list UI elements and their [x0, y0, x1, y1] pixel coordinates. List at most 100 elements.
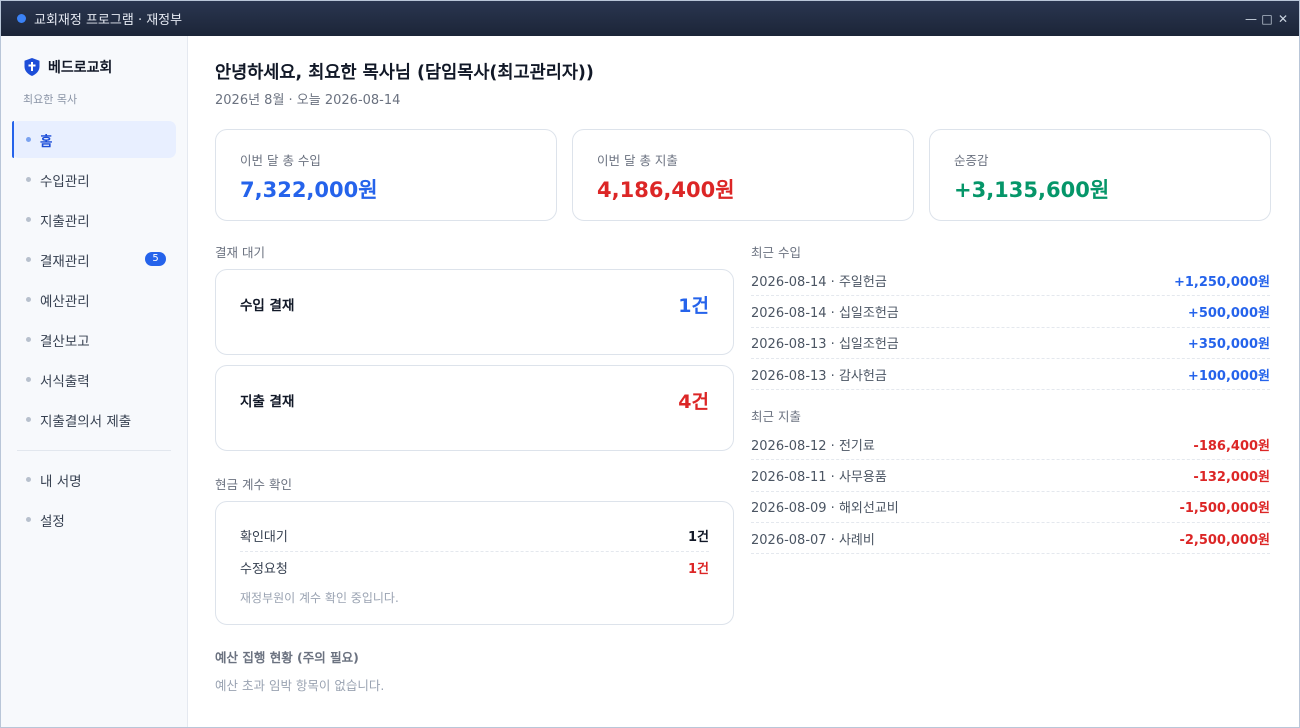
income-row[interactable]: 2026-08-14 · 십일조헌금 +500,000원: [751, 296, 1270, 328]
sidebar-item-label: 지출결의서 제출: [40, 413, 132, 430]
bullet-icon: [26, 417, 31, 422]
maximize-icon[interactable]: □: [1261, 12, 1273, 26]
tx-desc: 2026-08-09 · 해외선교비: [751, 501, 899, 517]
window-controls: — □ ✕: [1245, 12, 1289, 26]
bullet-icon: [26, 377, 31, 382]
tx-amount: -1,500,000원: [1179, 501, 1270, 517]
tx-desc: 2026-08-13 · 감사헌금: [751, 368, 887, 384]
cash-row-revision[interactable]: 수정요청 1건: [240, 551, 709, 582]
section-title-budget: 예산 집행 현황 (주의 필요): [215, 650, 359, 665]
minimize-icon[interactable]: —: [1245, 12, 1257, 26]
bullet-icon: [26, 337, 31, 342]
section-title-approvals: 결재 대기: [215, 245, 265, 260]
sidebar-item-approval[interactable]: 결재관리 5: [12, 241, 176, 278]
expense-row[interactable]: 2026-08-09 · 해외선교비 -1,500,000원: [751, 492, 1270, 524]
section-title-recent-income: 최근 수입: [751, 245, 801, 260]
expense-row[interactable]: 2026-08-11 · 사무용품 -132,000원: [751, 460, 1270, 492]
sidebar-item-settings[interactable]: 설정: [12, 501, 176, 538]
sidebar-item-label: 수입관리: [40, 173, 90, 190]
tx-amount: -132,000원: [1193, 470, 1270, 486]
recent-income-section: 최근 수입 2026-08-14 · 주일헌금 +1,250,000원 2026…: [751, 242, 1270, 391]
stat-card-income: 이번 달 총 수입 7,322,000원: [215, 129, 557, 221]
approval-count: 1건: [678, 294, 709, 317]
stat-label: 이번 달 총 수입: [240, 153, 321, 168]
app-status-dot-icon: [17, 14, 26, 23]
sidebar-item-label: 결산보고: [40, 333, 90, 350]
sidebar-item-home[interactable]: 홈: [12, 121, 176, 158]
shield-cross-icon: [24, 58, 40, 76]
income-row[interactable]: 2026-08-13 · 십일조헌금 +350,000원: [751, 328, 1270, 359]
stat-value: 7,322,000원: [240, 178, 378, 202]
bullet-icon: [26, 477, 31, 482]
cash-row-label: 확인대기: [240, 530, 288, 545]
tx-amount: +500,000원: [1187, 305, 1270, 321]
income-approval-card[interactable]: 수입 결재 1건: [215, 269, 734, 355]
bullet-icon: [26, 217, 31, 222]
sidebar-item-budget[interactable]: 예산관리: [12, 281, 176, 318]
stat-label: 이번 달 총 지출: [597, 153, 678, 168]
sidebar-item-label: 서식출력: [40, 373, 90, 390]
left-column: 결재 대기 수입 결재 1건 지출 결재 4건 현금 계수 확인 확인대기 1건: [215, 242, 734, 694]
tx-amount: -186,400원: [1193, 438, 1270, 454]
bullet-icon: [26, 517, 31, 522]
sidebar-item-label: 지출관리: [40, 213, 90, 230]
title-bar: 교회재정 프로그램 · 재정부 — □ ✕: [1, 1, 1299, 36]
right-column: 최근 수입 2026-08-14 · 주일헌금 +1,250,000원 2026…: [751, 242, 1270, 694]
expense-row[interactable]: 2026-08-12 · 전기료 -186,400원: [751, 429, 1270, 461]
window-title: 교회재정 프로그램 · 재정부: [34, 13, 183, 28]
cash-check-card: 확인대기 1건 수정요청 1건 재정부원이 계수 확인 중입니다.: [215, 501, 734, 625]
tx-amount: +100,000원: [1187, 368, 1270, 384]
approval-count-badge: 5: [145, 252, 166, 266]
stat-value: +3,135,600원: [954, 178, 1110, 202]
expense-approval-card[interactable]: 지출 결재 4건: [215, 365, 734, 451]
sidebar-item-income[interactable]: 수입관리: [12, 161, 176, 198]
cash-check-note: 재정부원이 계수 확인 중입니다.: [240, 591, 399, 605]
tx-desc: 2026-08-14 · 십일조헌금: [751, 305, 899, 321]
summary-stats: 이번 달 총 수입 7,322,000원 이번 달 총 지출 4,186,400…: [215, 129, 1271, 221]
tx-desc: 2026-08-14 · 주일헌금: [751, 274, 887, 290]
sidebar-item-expense-request[interactable]: 지출결의서 제출: [12, 401, 176, 438]
tx-amount: +1,250,000원: [1173, 274, 1270, 290]
sidebar-item-label: 결재관리: [40, 253, 90, 270]
app-window: 교회재정 프로그램 · 재정부 — □ ✕ 베드로교회 최요한 목사 홈 수입관…: [0, 0, 1300, 728]
section-title-recent-expense: 최근 지출: [751, 409, 801, 425]
section-title-cash-check: 현금 계수 확인: [215, 477, 292, 492]
tx-amount: +350,000원: [1187, 337, 1270, 353]
page-title: 안녕하세요, 최요한 목사님 (담임목사(최고관리자)): [215, 63, 594, 83]
sidebar-item-my-signature[interactable]: 내 서명: [12, 461, 176, 498]
church-name: 베드로교회: [48, 60, 113, 76]
bullet-icon: [26, 137, 31, 142]
stat-label: 순증감: [954, 153, 989, 168]
date-line: 2026년 8월 · 오늘 2026-08-14: [215, 93, 401, 108]
income-row[interactable]: 2026-08-13 · 감사헌금 +100,000원: [751, 359, 1270, 391]
stat-card-expense: 이번 달 총 지출 4,186,400원: [572, 129, 914, 221]
cash-row-label: 수정요청: [240, 561, 288, 577]
sidebar-item-settlement-report[interactable]: 결산보고: [12, 321, 176, 358]
bullet-icon: [26, 177, 31, 182]
expense-row[interactable]: 2026-08-07 · 사례비 -2,500,000원: [751, 523, 1270, 555]
sidebar-item-expense[interactable]: 지출관리: [12, 201, 176, 238]
bullet-icon: [26, 257, 31, 262]
approval-label: 지출 결재: [240, 394, 295, 410]
bullet-icon: [26, 297, 31, 302]
stat-value: 4,186,400원: [597, 178, 735, 202]
sidebar-item-label: 예산관리: [40, 293, 90, 310]
stat-card-net: 순증감 +3,135,600원: [929, 129, 1271, 221]
tx-desc: 2026-08-13 · 십일조헌금: [751, 337, 899, 353]
sidebar-item-label: 홈: [40, 133, 53, 150]
nav-divider: [17, 450, 171, 451]
sidebar-item-form-print[interactable]: 서식출력: [12, 361, 176, 398]
budget-note: 예산 초과 임박 항목이 없습니다.: [215, 678, 385, 693]
sidebar: 베드로교회 최요한 목사 홈 수입관리 지출관리 결재관리 5 예산관리 결산보…: [1, 36, 188, 727]
cash-row-value: 1건: [687, 530, 709, 545]
brand: 베드로교회: [12, 56, 176, 78]
close-icon[interactable]: ✕: [1277, 12, 1289, 26]
main-nav: 홈 수입관리 지출관리 결재관리 5 예산관리 결산보고 서식출력 지출결의서 …: [12, 121, 176, 538]
sidebar-item-label: 내 서명: [40, 473, 82, 490]
recent-expense-section: 최근 지출 2026-08-12 · 전기료 -186,400원 2026-08…: [751, 406, 1270, 555]
income-row[interactable]: 2026-08-14 · 주일헌금 +1,250,000원: [751, 265, 1270, 297]
tx-desc: 2026-08-11 · 사무용품: [751, 470, 887, 486]
cash-row-pending[interactable]: 확인대기 1건: [240, 520, 709, 551]
dashboard-main: 안녕하세요, 최요한 목사님 (담임목사(최고관리자)) 2026년 8월 · …: [188, 36, 1299, 727]
tx-desc: 2026-08-07 · 사례비: [751, 532, 875, 548]
